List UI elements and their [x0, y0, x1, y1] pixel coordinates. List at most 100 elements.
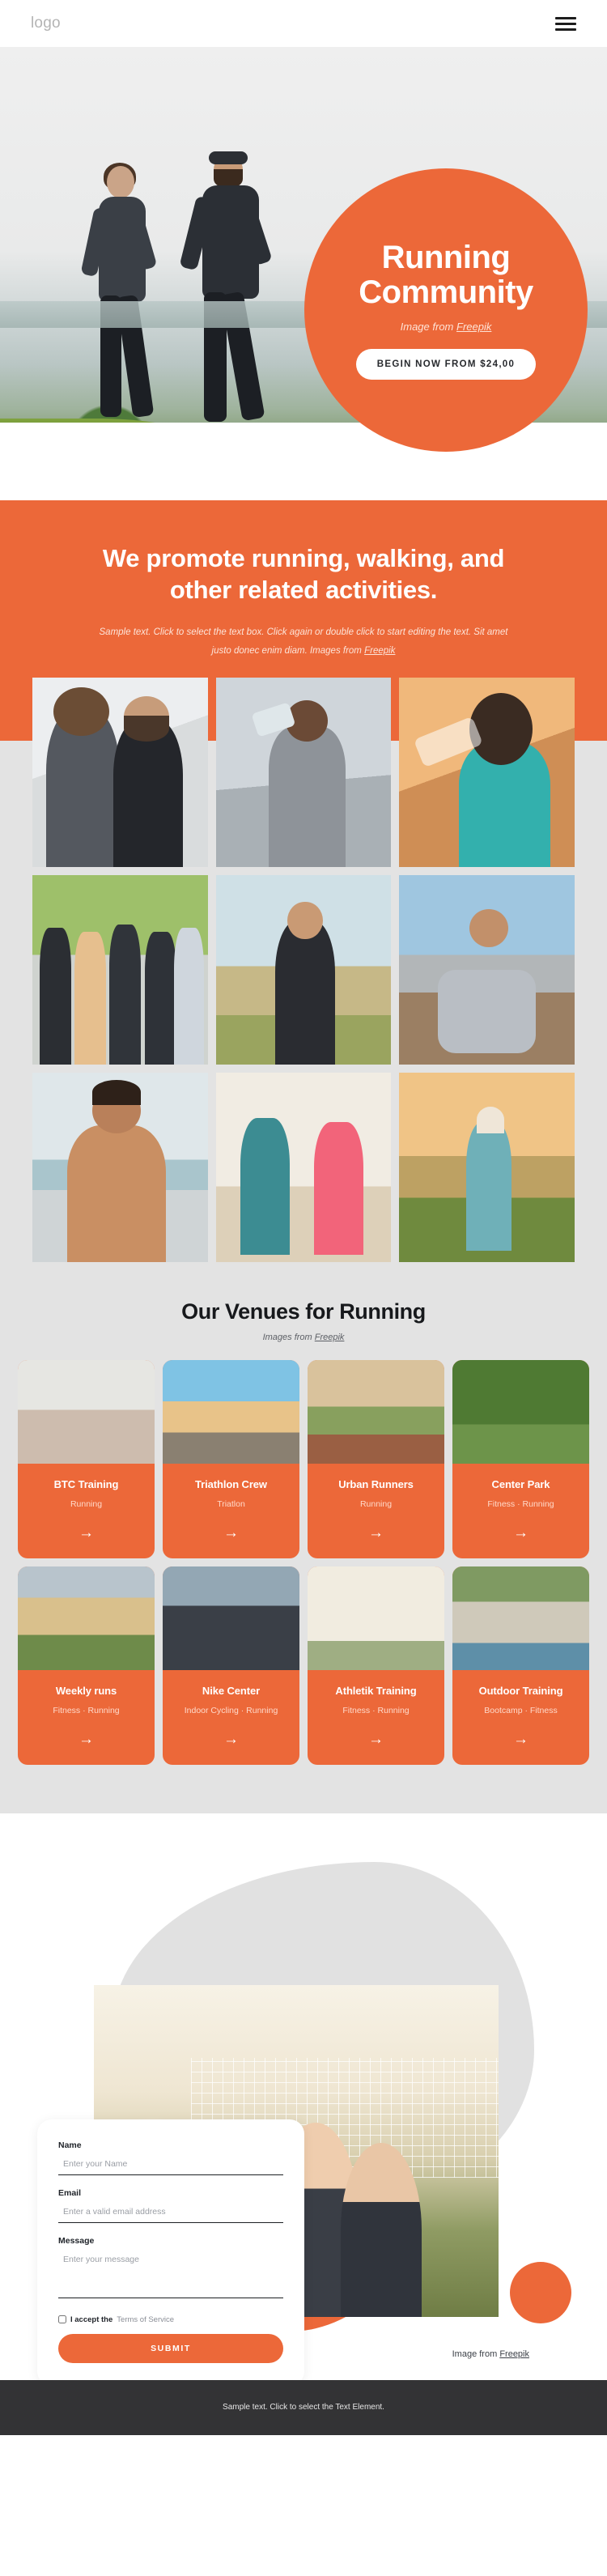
promo-body-text: Sample text. Click to select the text bo…	[99, 627, 508, 656]
terms-label: I accept the	[70, 2315, 113, 2324]
message-field-group: Message	[58, 2236, 283, 2302]
venue-card[interactable]: Nike Center Indoor Cycling · Running →	[163, 1566, 299, 1765]
gallery-grid	[32, 677, 575, 1262]
hero-title-line-1: Running	[381, 239, 511, 275]
gallery-section	[0, 659, 607, 1262]
hero-image-credit: Image from Freepik	[401, 321, 492, 333]
footer-text: Sample text. Click to select the Text El…	[223, 2403, 384, 2412]
email-field-group: Email	[58, 2188, 283, 2223]
arrow-right-icon[interactable]: →	[79, 1525, 94, 1541]
venues-credit-text: Images from	[262, 1332, 315, 1342]
hamburger-menu-icon[interactable]	[555, 16, 576, 31]
venue-tags: Fitness · Running	[342, 1705, 410, 1715]
promo-body: Sample text. Click to select the text bo…	[89, 623, 518, 660]
gallery-item[interactable]	[32, 1072, 208, 1262]
gallery-item[interactable]	[399, 874, 575, 1065]
venue-name: Urban Runners	[338, 1477, 414, 1490]
hero-section: Running Community Image from Freepik BEG…	[0, 47, 607, 500]
venue-thumbnail	[18, 1566, 155, 1670]
site-header: logo	[0, 0, 607, 47]
venue-thumbnail	[308, 1566, 444, 1670]
hero-bottom-fade	[0, 423, 607, 500]
hero-callout-circle: Running Community Image from Freepik BEG…	[304, 168, 588, 452]
venue-thumbnail	[163, 1359, 299, 1464]
site-footer: Sample text. Click to select the Text El…	[0, 2379, 607, 2435]
promo-heading: We promote running, walking, and other r…	[102, 544, 505, 605]
name-field-group: Name	[58, 2140, 283, 2175]
venue-name: Weekly runs	[55, 1684, 117, 1697]
name-input[interactable]	[58, 2153, 283, 2175]
contact-image-credit: Image from Freepik	[452, 2349, 529, 2359]
hero-runner-man	[168, 150, 290, 441]
gallery-item[interactable]	[215, 874, 392, 1065]
venue-tags: Indoor Cycling · Running	[184, 1705, 278, 1715]
hero-credit-text: Image from	[400, 321, 456, 334]
contact-credit-link[interactable]: Freepik	[499, 2349, 529, 2359]
gallery-item[interactable]	[399, 1072, 575, 1262]
arrow-right-icon[interactable]: →	[513, 1525, 528, 1541]
venue-name: Athletik Training	[335, 1684, 417, 1697]
terms-checkbox[interactable]	[58, 2315, 66, 2324]
email-input[interactable]	[58, 2201, 283, 2223]
venue-tags: Bootcamp · Fitness	[484, 1705, 558, 1715]
gallery-item[interactable]	[32, 677, 208, 867]
arrow-right-icon[interactable]: →	[368, 1525, 384, 1541]
venues-credit: Images from Freepik	[18, 1333, 589, 1342]
venue-name: Triathlon Crew	[195, 1477, 267, 1490]
venue-tags: Triatlon	[217, 1498, 245, 1509]
venue-card[interactable]: Weekly runs Fitness · Running →	[18, 1566, 155, 1765]
gallery-item[interactable]	[32, 874, 208, 1065]
arrow-right-icon[interactable]: →	[513, 1732, 528, 1747]
venue-card[interactable]: Athletik Training Fitness · Running →	[308, 1566, 444, 1765]
venue-card[interactable]: Triathlon Crew Triatlon →	[163, 1359, 299, 1558]
contact-credit-text: Image from	[452, 2349, 500, 2359]
hero-credit-link[interactable]: Freepik	[456, 321, 491, 333]
message-label: Message	[58, 2235, 95, 2246]
arrow-right-icon[interactable]: →	[368, 1732, 384, 1747]
gallery-item[interactable]	[215, 1072, 392, 1262]
hero-title: Running Community	[359, 240, 533, 310]
gallery-item[interactable]	[399, 677, 575, 867]
person-silhouette	[341, 2142, 422, 2317]
venue-tags: Fitness · Running	[487, 1498, 554, 1509]
venue-thumbnail	[308, 1359, 444, 1464]
promo-body-link[interactable]: Freepik	[364, 646, 395, 656]
contact-section: Name Email Message I accept the Terms of…	[0, 1813, 607, 2380]
venue-card-grid: BTC Training Running → Triathlon Crew Tr…	[18, 1359, 589, 1765]
message-input[interactable]	[58, 2249, 283, 2298]
terms-row: I accept the Terms of Service	[58, 2315, 283, 2324]
landing-page: logo Running Community Image from Freepi…	[0, 0, 607, 2435]
contact-form: Name Email Message I accept the Terms of…	[37, 2119, 304, 2380]
venue-thumbnail	[452, 1359, 589, 1464]
arrow-right-icon[interactable]: →	[223, 1525, 239, 1541]
venue-card[interactable]: BTC Training Running →	[18, 1359, 155, 1558]
venue-name: Nike Center	[202, 1684, 261, 1697]
hero-title-line-2: Community	[359, 274, 533, 310]
site-logo[interactable]: logo	[31, 15, 61, 32]
venue-thumbnail	[18, 1359, 155, 1464]
venue-card[interactable]: Center Park Fitness · Running →	[452, 1359, 589, 1558]
venue-name: Center Park	[491, 1477, 550, 1490]
name-label: Name	[58, 2140, 82, 2150]
submit-button[interactable]: SUBMIT	[58, 2333, 283, 2363]
venue-card[interactable]: Outdoor Training Bootcamp · Fitness →	[452, 1566, 589, 1765]
arrow-right-icon[interactable]: →	[79, 1732, 94, 1747]
venues-section: Our Venues for Running Images from Freep…	[0, 1261, 607, 1813]
venue-tags: Running	[359, 1498, 393, 1509]
venues-heading: Our Venues for Running	[181, 1299, 426, 1324]
venue-thumbnail	[452, 1566, 589, 1670]
venues-credit-link[interactable]: Freepik	[315, 1333, 345, 1342]
terms-of-service-link[interactable]: Terms of Service	[117, 2315, 174, 2324]
promo-section: We promote running, walking, and other r…	[0, 500, 607, 660]
arrow-right-icon[interactable]: →	[223, 1732, 239, 1747]
venue-card[interactable]: Urban Runners Running →	[308, 1359, 444, 1558]
venue-name: BTC Training	[53, 1477, 119, 1490]
email-label: Email	[58, 2187, 82, 2198]
hero-cta-button[interactable]: BEGIN NOW FROM $24,00	[355, 349, 537, 380]
gallery-item[interactable]	[215, 677, 392, 867]
hero-runner-woman	[71, 163, 176, 441]
venue-name: Outdoor Training	[478, 1684, 563, 1697]
venue-tags: Running	[70, 1498, 103, 1509]
venue-tags: Fitness · Running	[53, 1705, 120, 1715]
venue-thumbnail	[163, 1566, 299, 1670]
